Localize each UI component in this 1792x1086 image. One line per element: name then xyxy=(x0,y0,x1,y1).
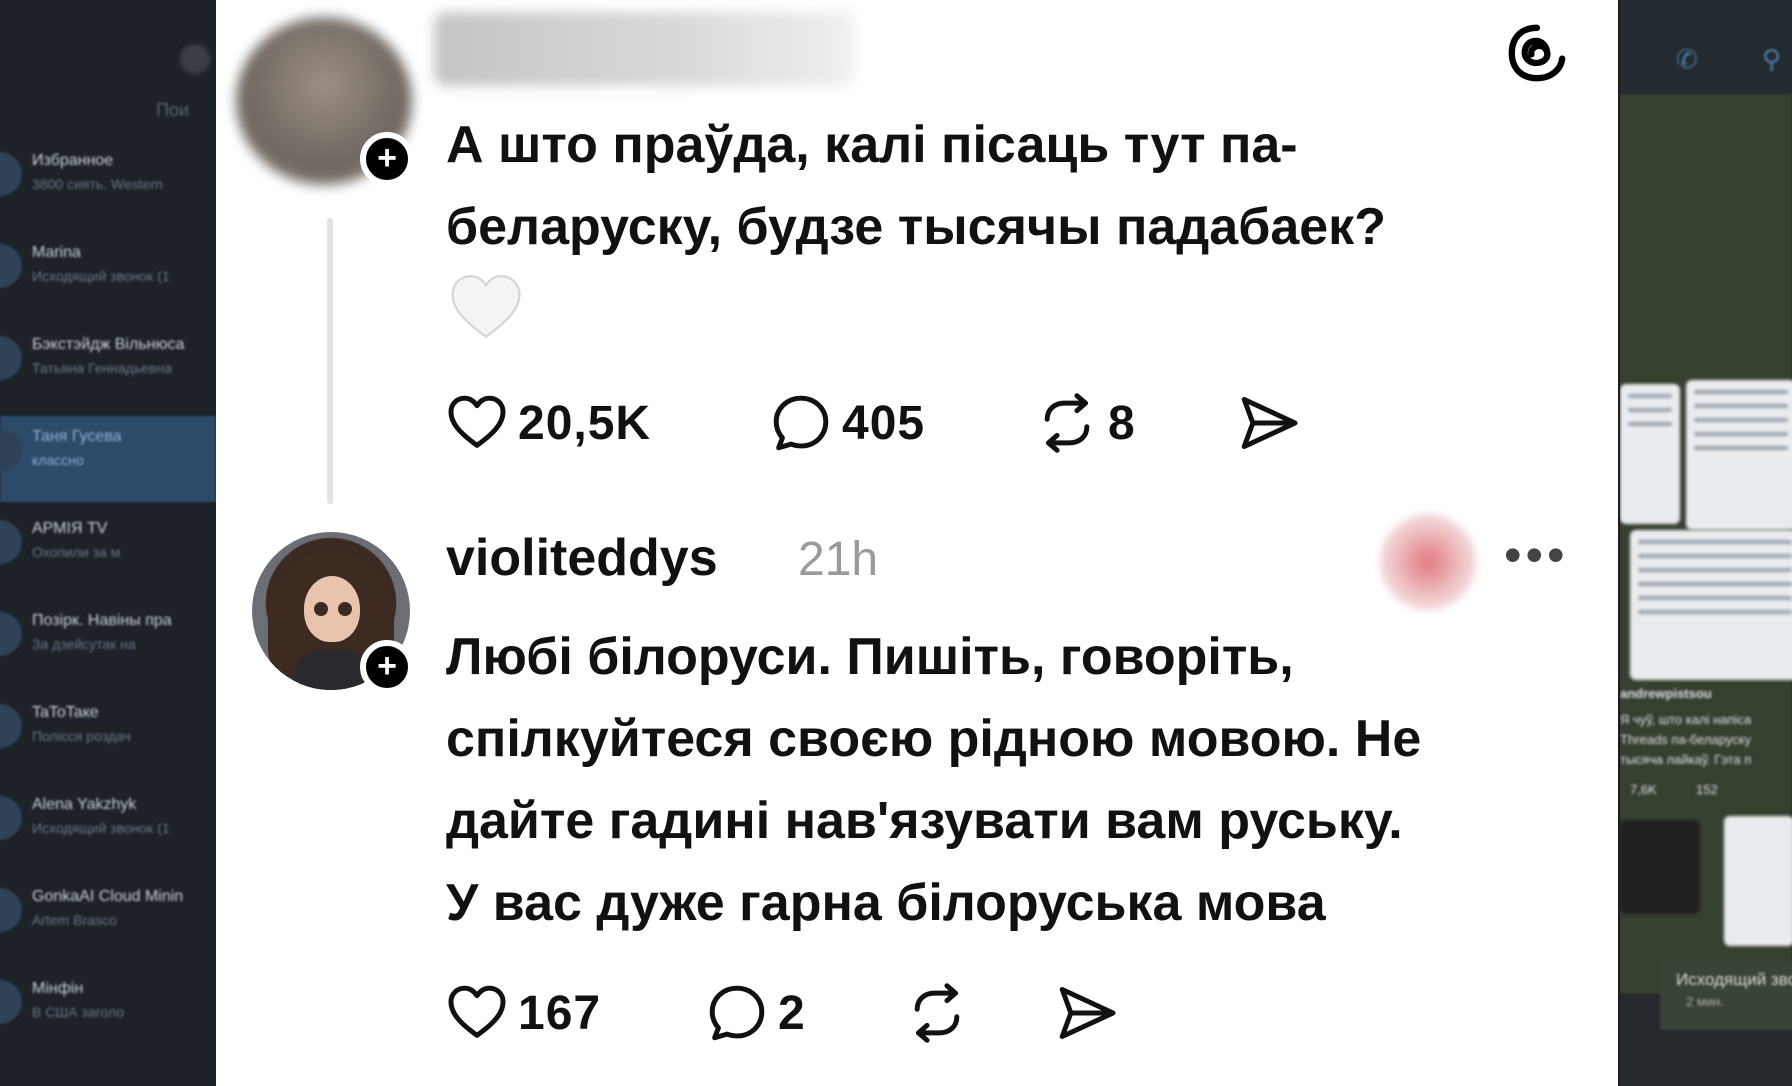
snippet-username: andrewpistsou xyxy=(1620,686,1712,701)
app-logo xyxy=(180,44,210,74)
username-redacted xyxy=(434,12,854,86)
repost-button[interactable] xyxy=(906,982,968,1044)
send-icon xyxy=(1241,396,1298,450)
avatar xyxy=(0,520,22,564)
image-preview[interactable] xyxy=(1630,530,1792,680)
threads-screenshot: + А што праўда, калі пісаць тут па- бела… xyxy=(216,0,1618,1086)
heart-icon xyxy=(448,395,506,448)
white-heart-emoji xyxy=(451,274,521,339)
snippet-stat: 7,6K xyxy=(1630,782,1657,797)
chat-item[interactable]: TaToTaкe Полісся роздач xyxy=(0,692,216,778)
reply-text-line: дайте гадині нав'язувати вам руську. xyxy=(446,792,1403,850)
chat-item[interactable]: Позірк. Навіны пра За дзейсутак на xyxy=(0,600,216,686)
chat-item[interactable]: Мінфін В США заголо xyxy=(0,968,216,1054)
like-button[interactable]: 20,5K xyxy=(446,392,651,454)
snippet-line: Threads па-беларуску xyxy=(1620,732,1752,747)
chat-item[interactable]: Marina Исходящий звонок (1 xyxy=(0,232,216,318)
repost-count: 8 xyxy=(1108,396,1136,450)
comment-icon xyxy=(773,395,829,451)
chat-item[interactable]: GonkaAI Cloud Minin Artem Brasco xyxy=(0,876,216,962)
comment-button[interactable]: 405 xyxy=(770,392,925,454)
comment-button[interactable]: 2 xyxy=(706,982,806,1044)
image-preview[interactable] xyxy=(1724,816,1792,946)
reply-timestamp: 21h xyxy=(798,533,879,586)
like-count: 20,5K xyxy=(518,396,652,450)
more-options-icon[interactable]: ••• xyxy=(1504,530,1569,580)
repost-button[interactable]: 8 xyxy=(1036,392,1136,454)
avatar xyxy=(0,888,22,932)
chat-item-active[interactable]: Таня Гусева классно xyxy=(0,416,216,502)
reply-text-line: У вас дуже гарна білоруська мова xyxy=(446,874,1326,932)
image-preview[interactable] xyxy=(1686,380,1792,530)
like-button[interactable]: 167 xyxy=(446,982,601,1044)
avatar xyxy=(0,428,22,472)
redacted-blur xyxy=(1380,514,1476,610)
chat-item[interactable]: Бэкстэйдж Вільнюса Татьяна Геннадьевна xyxy=(0,324,216,410)
thread-connector-line xyxy=(327,218,333,504)
heart-icon xyxy=(448,985,506,1038)
avatar xyxy=(0,244,22,288)
reply-count: 405 xyxy=(842,396,926,450)
post-text-line: А што праўда, калі пісаць тут па- xyxy=(446,116,1298,174)
avatar xyxy=(0,336,22,380)
avatar xyxy=(0,704,22,748)
threads-logo xyxy=(1508,24,1566,82)
search-hint: Пои xyxy=(156,100,190,120)
avatar xyxy=(0,980,22,1024)
send-icon xyxy=(1059,986,1116,1040)
reply-username[interactable]: violiteddys xyxy=(446,528,718,588)
snippet-line: Я чуў, што калі напіса xyxy=(1620,712,1752,727)
repost-icon xyxy=(914,983,960,1043)
call-notification[interactable]: Исходящий зво 2 мин. xyxy=(1660,960,1792,1030)
avatar xyxy=(0,612,22,656)
phone-icon[interactable]: ✆ xyxy=(1676,44,1698,75)
snippet-line: тысяча лайкаў. Гэта п xyxy=(1620,752,1752,767)
chat-item[interactable]: Alena Yakzhyk Исходящий звонок (1 xyxy=(0,784,216,870)
repost-icon xyxy=(1044,393,1090,453)
avatar xyxy=(0,796,22,840)
snippet-stat: 152 xyxy=(1696,782,1718,797)
post-text-line: беларуску, будзе тысячы падабаек? xyxy=(446,198,1386,256)
reply-text-line: спілкуйтеся своєю рідною мовою. Не xyxy=(446,710,1422,768)
search-icon[interactable]: ⚲ xyxy=(1762,44,1781,75)
image-preview[interactable] xyxy=(1620,820,1700,914)
image-preview[interactable] xyxy=(1620,384,1680,524)
chat-item[interactable]: АРМІЯ TV Охопили за м xyxy=(0,508,216,594)
like-count: 167 xyxy=(518,986,602,1040)
avatar xyxy=(0,152,22,196)
chat-header: ✆ ⚲ xyxy=(1620,0,1792,94)
share-button[interactable] xyxy=(1056,982,1118,1044)
reply-count: 2 xyxy=(778,986,806,1040)
plus-icon[interactable]: + xyxy=(360,132,414,186)
comment-icon xyxy=(709,985,765,1041)
background-chat-view: ✆ ⚲ andrewpistsou Я чуў, што калі напіса… xyxy=(1620,0,1792,1086)
chat-item[interactable]: Избранное 3800 сиять. Western xyxy=(0,140,216,226)
plus-icon[interactable]: + xyxy=(360,640,414,694)
reply-text-line: Любі білоруси. Пишіть, говоріть, xyxy=(446,628,1294,686)
background-chat-list: Пои Избранное 3800 сиять. Western Marina… xyxy=(0,0,216,1086)
share-button[interactable] xyxy=(1238,392,1300,454)
